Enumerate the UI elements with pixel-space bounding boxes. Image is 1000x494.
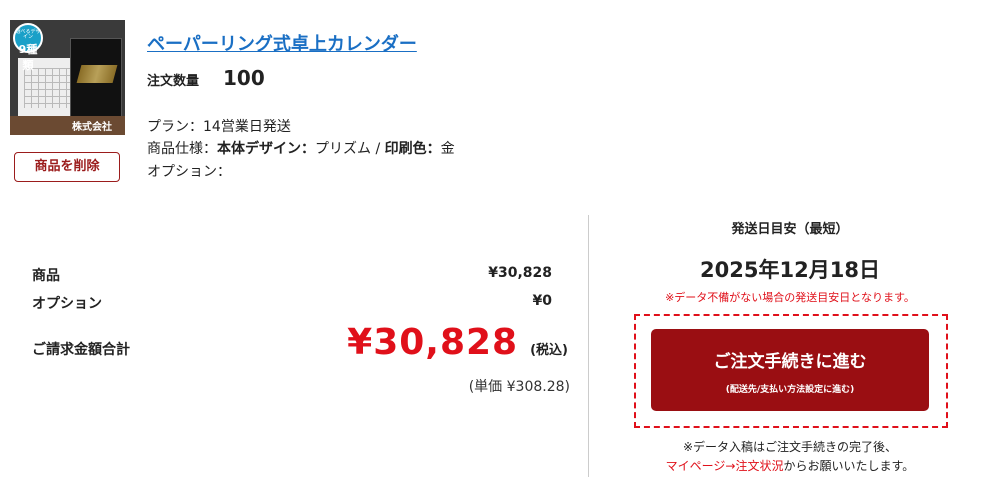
delete-product-button[interactable]: 商品を削除: [14, 152, 120, 182]
data-upload-note: ※データ入稿はご注文手続きの完了後、 マイページ→注文状況からお願いいたします。: [665, 440, 915, 473]
option-row: オプション：: [147, 161, 231, 181]
plan-row: プラン：14営業日発送: [147, 116, 291, 136]
unit-price: (単価 ¥308.28): [468, 379, 570, 395]
spec-color-value: 金: [440, 141, 455, 157]
summary-option-value: ¥0: [532, 293, 552, 309]
shipping-estimate-date: 2025年12月18日: [700, 258, 880, 282]
plan-label: プラン：: [147, 119, 203, 135]
proceed-to-checkout-button[interactable]: ご注文手続きに進む (配送先/支払い方法設定に進む): [651, 329, 929, 411]
design-count-badge: 選べるデザイン 9種類: [13, 23, 43, 71]
option-label: オプション：: [147, 164, 231, 180]
summary-item-value: ¥30,828: [488, 265, 552, 281]
spec-label: 商品仕様：: [147, 141, 217, 157]
spec-color-label: 印刷色：: [384, 141, 441, 157]
spec-separator: /: [371, 141, 385, 157]
summary-option-label: オプション: [32, 296, 102, 312]
summary-total-label: ご請求金額合計: [32, 342, 130, 358]
thumbnail-brand-text: 株式会社: [72, 122, 112, 133]
calendar-black-panel: [70, 38, 122, 118]
quantity-row: 注文数量 100: [147, 66, 265, 90]
quantity-value: 100: [223, 66, 265, 90]
quantity-label: 注文数量: [147, 74, 200, 89]
tax-included-label: (税込): [530, 343, 568, 358]
shipping-estimate-heading: 発送日目安（最短）: [731, 222, 849, 237]
spec-body-value: プリズム: [315, 141, 371, 157]
summary-item-label: 商品: [32, 268, 60, 284]
plan-value: 14営業日発送: [203, 119, 291, 135]
total-row: ¥30,828 (税込): [347, 322, 568, 363]
vertical-divider: [588, 215, 589, 477]
spec-row: 商品仕様：本体デザイン：プリズム / 印刷色：金: [147, 138, 455, 158]
product-thumbnail[interactable]: 株式会社 選べるデザイン 9種類: [10, 20, 125, 135]
shipping-estimate-note: ※データ不備がない場合の発送目安日となります。: [665, 291, 915, 304]
checkout-button-sublabel: (配送先/支払い方法設定に進む): [725, 385, 855, 395]
checkout-button-label: ご注文手続きに進む: [713, 352, 867, 372]
mypage-order-status-link[interactable]: マイページ→注文状況: [666, 459, 784, 473]
total-amount: ¥30,828: [347, 322, 519, 363]
product-title-link[interactable]: ペーパーリング式卓上カレンダー: [147, 30, 417, 56]
spec-body-label: 本体デザイン：: [217, 141, 315, 157]
